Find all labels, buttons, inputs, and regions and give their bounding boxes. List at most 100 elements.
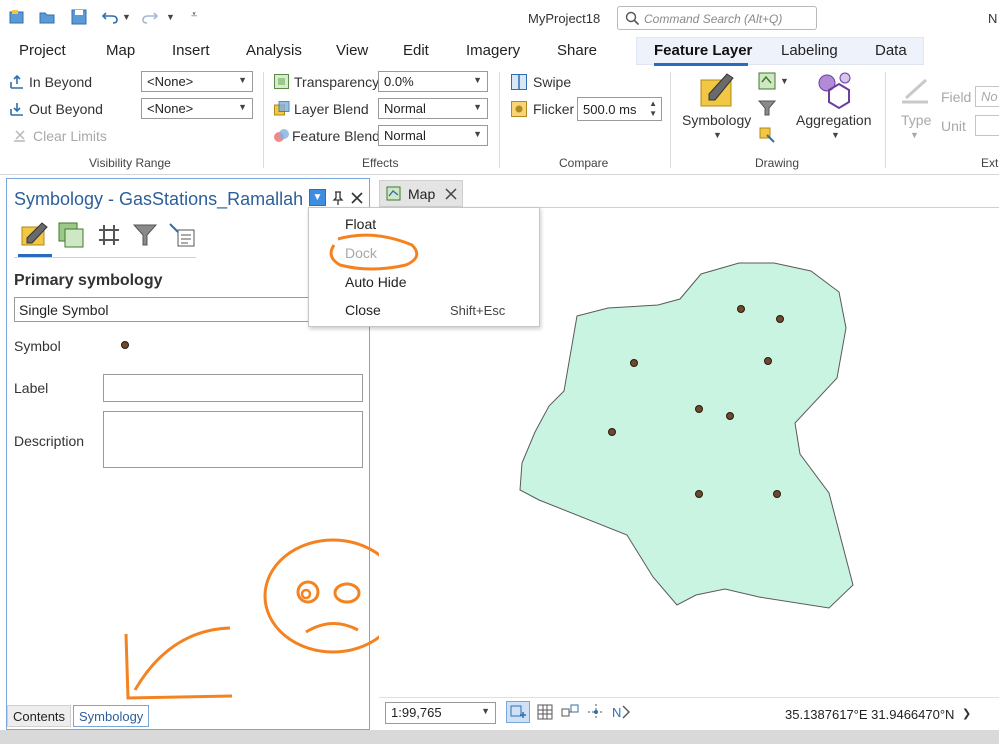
correction-icon[interactable]: [560, 703, 580, 721]
primary-symbology-icon[interactable]: [20, 221, 50, 249]
tab-analysis[interactable]: Analysis: [246, 42, 302, 59]
ribbon-separator: [670, 72, 671, 168]
out-beyond-select[interactable]: <None> ▼: [141, 98, 253, 119]
stepper-up-icon[interactable]: ▲: [649, 99, 657, 108]
filter-icon[interactable]: [132, 222, 158, 248]
pane-options-button[interactable]: ▼: [309, 189, 326, 206]
extrusion-type-button[interactable]: Type: [901, 112, 931, 128]
layer-blend-value: Normal: [384, 101, 426, 116]
bottom-tab-contents[interactable]: Contents: [7, 705, 72, 727]
gas-station-point: [695, 490, 703, 498]
snapping-button[interactable]: [506, 701, 530, 723]
tab-edit[interactable]: Edit: [403, 42, 429, 59]
transparency-icon: [274, 74, 289, 89]
out-beyond-button[interactable]: Out Beyond: [29, 101, 103, 117]
user-initial[interactable]: N: [988, 11, 997, 26]
save-icon[interactable]: [70, 8, 88, 26]
search-icon: [625, 11, 640, 26]
bottom-tab-symbology[interactable]: Symbology: [73, 705, 150, 727]
close-icon[interactable]: [350, 191, 364, 205]
symbol-preview[interactable]: [120, 340, 130, 350]
constraint-icon[interactable]: [586, 703, 606, 721]
extrusion-type-dropdown-icon[interactable]: ▼: [910, 130, 919, 140]
clear-limits-button[interactable]: Clear Limits: [33, 128, 107, 144]
display-properties-icon[interactable]: [168, 222, 196, 248]
extrusion-field-select[interactable]: No: [975, 86, 999, 107]
layer-blend-select[interactable]: Normal ▼: [378, 98, 488, 119]
flicker-button[interactable]: Flicker: [533, 101, 574, 117]
display-filter-icon[interactable]: [757, 71, 779, 91]
description-textarea[interactable]: [103, 411, 363, 468]
grid-icon[interactable]: [536, 703, 554, 721]
map-view-tab[interactable]: Map: [379, 180, 463, 207]
label-field-label: Label: [14, 380, 49, 396]
snapping-icon: [510, 705, 526, 718]
symbol-layer-drawing-icon[interactable]: [95, 222, 123, 248]
redo-dropdown-icon[interactable]: ▼: [166, 12, 175, 22]
display-filter-dropdown-icon[interactable]: ▼: [780, 76, 789, 86]
undo-dropdown-icon[interactable]: ▼: [122, 12, 131, 22]
in-beyond-value: <None>: [147, 74, 194, 89]
gas-station-point: [737, 305, 745, 313]
north-arrow-icon[interactable]: N: [611, 702, 633, 722]
gas-station-point: [776, 315, 784, 323]
pin-icon[interactable]: [331, 190, 345, 206]
customize-toolbar-icon[interactable]: ⩡: [191, 9, 197, 22]
stepper-down-icon[interactable]: ▼: [649, 109, 657, 118]
menu-item-auto-hide[interactable]: Auto Hide: [345, 274, 406, 290]
in-beyond-select[interactable]: <None> ▼: [141, 71, 253, 92]
filter-icon[interactable]: [757, 98, 777, 118]
tab-data[interactable]: Data: [875, 42, 907, 59]
command-search-input[interactable]: Command Search (Alt+Q): [617, 6, 817, 30]
open-project-icon[interactable]: [38, 8, 56, 26]
renderer-select[interactable]: Single Symbol: [14, 297, 316, 322]
symbol-lock-icon[interactable]: [757, 125, 777, 145]
flicker-rate-stepper[interactable]: 500.0 ms ▲ ▼: [577, 97, 662, 121]
tab-feature-layer[interactable]: Feature Layer: [654, 42, 752, 59]
extrusion-unit-select[interactable]: [975, 115, 999, 136]
undo-icon[interactable]: [101, 8, 119, 26]
pane-title: Symbology - GasStations_Ramallah: [14, 189, 304, 209]
redo-icon[interactable]: [141, 8, 159, 26]
tab-map[interactable]: Map: [106, 42, 135, 59]
gas-station-point: [608, 428, 616, 436]
ribbon-separator: [263, 72, 264, 168]
app-title: MyProject18: [528, 11, 601, 26]
ribbon-separator: [499, 72, 500, 168]
new-project-icon[interactable]: [8, 8, 26, 26]
swipe-button[interactable]: Swipe: [533, 74, 571, 90]
annotation-sad-face-arrow: [124, 538, 403, 700]
symbology-dropdown-icon[interactable]: ▼: [713, 130, 722, 140]
aggregation-dropdown-icon[interactable]: ▼: [831, 130, 840, 140]
close-icon[interactable]: [445, 188, 457, 200]
menu-item-float[interactable]: Float: [345, 216, 376, 232]
gas-station-point: [773, 490, 781, 498]
tab-imagery[interactable]: Imagery: [466, 42, 520, 59]
chevron-down-icon: ▼: [238, 102, 247, 112]
vary-symbology-icon[interactable]: [57, 221, 85, 249]
tab-project[interactable]: Project: [19, 42, 66, 59]
symbol-label: Symbol: [14, 338, 61, 354]
cursor-coordinates: 35.1387617°E 31.9466470°N: [785, 707, 955, 722]
gas-station-point: [630, 359, 638, 367]
renderer-value: Single Symbol: [19, 302, 109, 318]
coordinate-format-dropdown-icon[interactable]: ❯: [962, 707, 971, 720]
label-input[interactable]: [103, 374, 363, 402]
aggregation-button[interactable]: Aggregation: [796, 112, 872, 128]
tab-view[interactable]: View: [336, 42, 368, 59]
scale-select[interactable]: 1:99,765 ▼: [385, 702, 496, 724]
tab-share[interactable]: Share: [557, 42, 597, 59]
transparency-select[interactable]: 0.0% ▼: [378, 71, 488, 92]
feature-blend-select[interactable]: Normal ▼: [378, 125, 488, 146]
in-beyond-button[interactable]: In Beyond: [29, 74, 92, 90]
chevron-down-icon: ▼: [473, 75, 482, 85]
symbology-button[interactable]: Symbology: [682, 112, 751, 128]
tab-labeling[interactable]: Labeling: [781, 42, 838, 59]
window-bottom-strip: [0, 730, 999, 744]
extrusion-unit-label: Unit: [941, 118, 966, 134]
gas-station-point: [726, 412, 734, 420]
tab-insert[interactable]: Insert: [172, 42, 210, 59]
pane-toolbar-divider: [14, 257, 196, 258]
menu-item-close[interactable]: Close: [345, 302, 381, 318]
aggregation-icon: [818, 72, 851, 110]
